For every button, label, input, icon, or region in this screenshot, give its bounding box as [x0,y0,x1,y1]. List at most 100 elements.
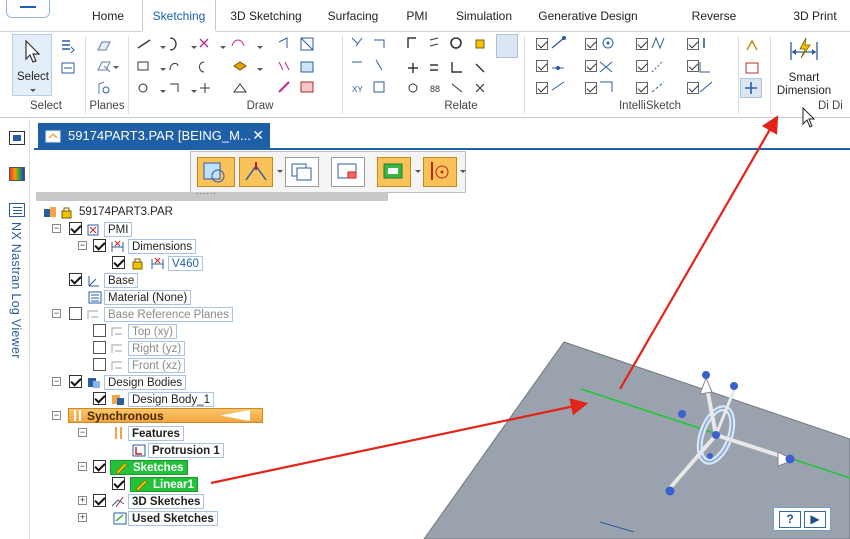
tree-dimensions[interactable]: Dimensions [128,239,197,254]
select-button[interactable]: Select [12,34,52,96]
relate-active-toggle[interactable] [496,34,518,58]
tab-3d-print[interactable]: 3D Print [790,0,840,32]
tree-used-sketches[interactable]: Used Sketches [128,511,218,526]
checkbox-front-plane[interactable] [93,358,106,371]
tree-right-plane[interactable]: Right (yz) [128,341,186,356]
tree-design-body-1[interactable]: Design Body_1 [128,392,214,407]
tab-home[interactable]: Home [86,0,130,32]
tab-sketching[interactable]: Sketching [142,0,216,32]
group-label-relate: Relate [444,100,478,112]
extrude-tool-button[interactable] [239,157,273,187]
sketch-region-button[interactable] [377,157,411,187]
plane-icon [111,327,122,336]
intellisketch-option-9[interactable] [536,82,548,94]
close-icon[interactable]: ✕ [252,123,264,148]
nx-nastran-log-viewer-tab[interactable]: NX Nastran Log Viewer [9,222,23,359]
application-menu-button[interactable] [6,0,50,18]
solid-edge-window: Home Sketching 3D Sketching Surfacing PM… [0,0,850,539]
plane-icon [111,361,122,370]
tab-generative-design[interactable]: Generative Design [538,0,638,32]
sketch-view-icon[interactable] [744,38,760,54]
sketch-color-icon[interactable] [744,60,760,76]
screen-capture-icon[interactable] [9,131,25,145]
tab-reverse-engineering[interactable]: Reverse Engineering [660,0,768,55]
tree-root[interactable]: 59174PART3.PAR [40,205,220,220]
checkbox-sketches[interactable] [93,460,106,473]
checkbox-design-body-1[interactable] [93,392,106,405]
checkbox-pmi[interactable] [69,222,82,235]
expand-dimensions[interactable]: − [78,241,87,250]
tab-3d-sketching[interactable]: 3D Sketching [226,0,306,32]
expand-features[interactable]: − [78,428,87,437]
intellisketch-option-1[interactable] [536,38,548,50]
checkbox-v460[interactable] [112,256,125,269]
tree-design-bodies[interactable]: Design Bodies [104,375,187,390]
collapse-arrow-icon[interactable] [218,409,254,422]
plane-normal-icon[interactable] [96,80,112,96]
tree-linear1[interactable]: Linear1 [130,477,198,492]
tree-top-plane[interactable]: Top (xy) [128,324,177,339]
tab-pmi[interactable]: PMI [402,0,432,32]
tree-protrusion-1[interactable]: Protrusion 1 [148,443,224,458]
tree-sketches[interactable]: Sketches [110,460,188,475]
help-button-group: ? ▶ [773,507,831,531]
checkbox-base[interactable] [69,273,82,286]
tree-3d-sketches[interactable]: 3D Sketches [128,494,205,509]
tree-base-reference-planes[interactable]: Base Reference Planes [104,307,233,322]
expand-synchronous[interactable]: − [52,411,61,420]
help-icon[interactable]: ? [779,511,801,528]
move-view-button[interactable] [331,157,365,187]
expand-base-reference-planes[interactable]: − [52,309,61,318]
tree-synchronous-label: Synchronous [87,409,164,423]
lock-icon [132,258,143,270]
tab-surfacing[interactable]: Surfacing [320,0,386,32]
synchronous-icon [74,410,81,421]
checkbox-design-bodies[interactable] [69,375,82,388]
tree-sketches-label: Sketches [133,462,184,474]
play-icon[interactable]: ▶ [804,511,826,528]
group-label-planes: Planes [89,100,125,112]
expand-sketches[interactable]: − [78,462,87,471]
checkbox-top-plane[interactable] [93,324,106,337]
tree-synchronous[interactable]: Synchronous [68,408,263,423]
tree-v460[interactable]: V460 [168,256,203,271]
checkbox-linear1[interactable] [112,477,125,490]
relate-tools-left[interactable]: XY [348,34,398,100]
parallel-plane-icon[interactable] [96,58,112,74]
expand-design-bodies[interactable]: − [52,377,61,386]
color-palette-icon[interactable] [9,167,25,181]
checkbox-dimensions[interactable] [93,239,106,252]
quick-pick-icon[interactable] [60,60,76,76]
expand-3d-sketches[interactable]: + [78,496,87,505]
log-viewer-icon[interactable] [9,203,25,217]
checkbox-right-plane[interactable] [93,341,106,354]
expand-pmi[interactable]: − [52,224,61,233]
select-tools-icon[interactable] [60,38,76,54]
draw-tools-row-b[interactable] [275,34,339,100]
tree-pmi[interactable]: PMI [104,222,133,237]
tree-front-plane[interactable]: Front (xz) [128,358,186,373]
tab-simulation[interactable]: Simulation [452,0,516,32]
document-tab[interactable]: 59174PART3.PAR [BEING_M... ✕ [38,123,270,148]
design-bodies-icon [88,378,100,388]
features-icon [115,427,122,439]
checkbox-3d-sketches[interactable] [93,494,106,507]
group-label-dimension-extra: Di [832,100,843,112]
select-tool-button[interactable] [197,157,235,187]
origin-tool-button[interactable] [423,157,457,187]
copy-view-button[interactable] [285,157,319,187]
checkbox-base-reference-planes[interactable] [69,307,82,320]
tree-material[interactable]: Material (None) [104,290,192,305]
sketch-snap-toggle[interactable] [740,78,762,98]
tree-base[interactable]: Base [104,273,139,288]
sketch-pencil-icon [115,462,128,474]
expand-used-sketches[interactable]: + [78,513,87,522]
plane-icon[interactable] [96,38,112,54]
smart-dimension-button[interactable]: Smart Dimension [774,34,834,100]
tree-features[interactable]: Features [128,426,184,441]
assembly-icon [44,207,56,217]
pathfinder-scrollbar[interactable] [36,186,388,201]
intellisketch-option-5[interactable] [536,60,548,72]
draw-tools-row-a[interactable] [134,34,274,100]
dimension-icon [151,257,164,269]
